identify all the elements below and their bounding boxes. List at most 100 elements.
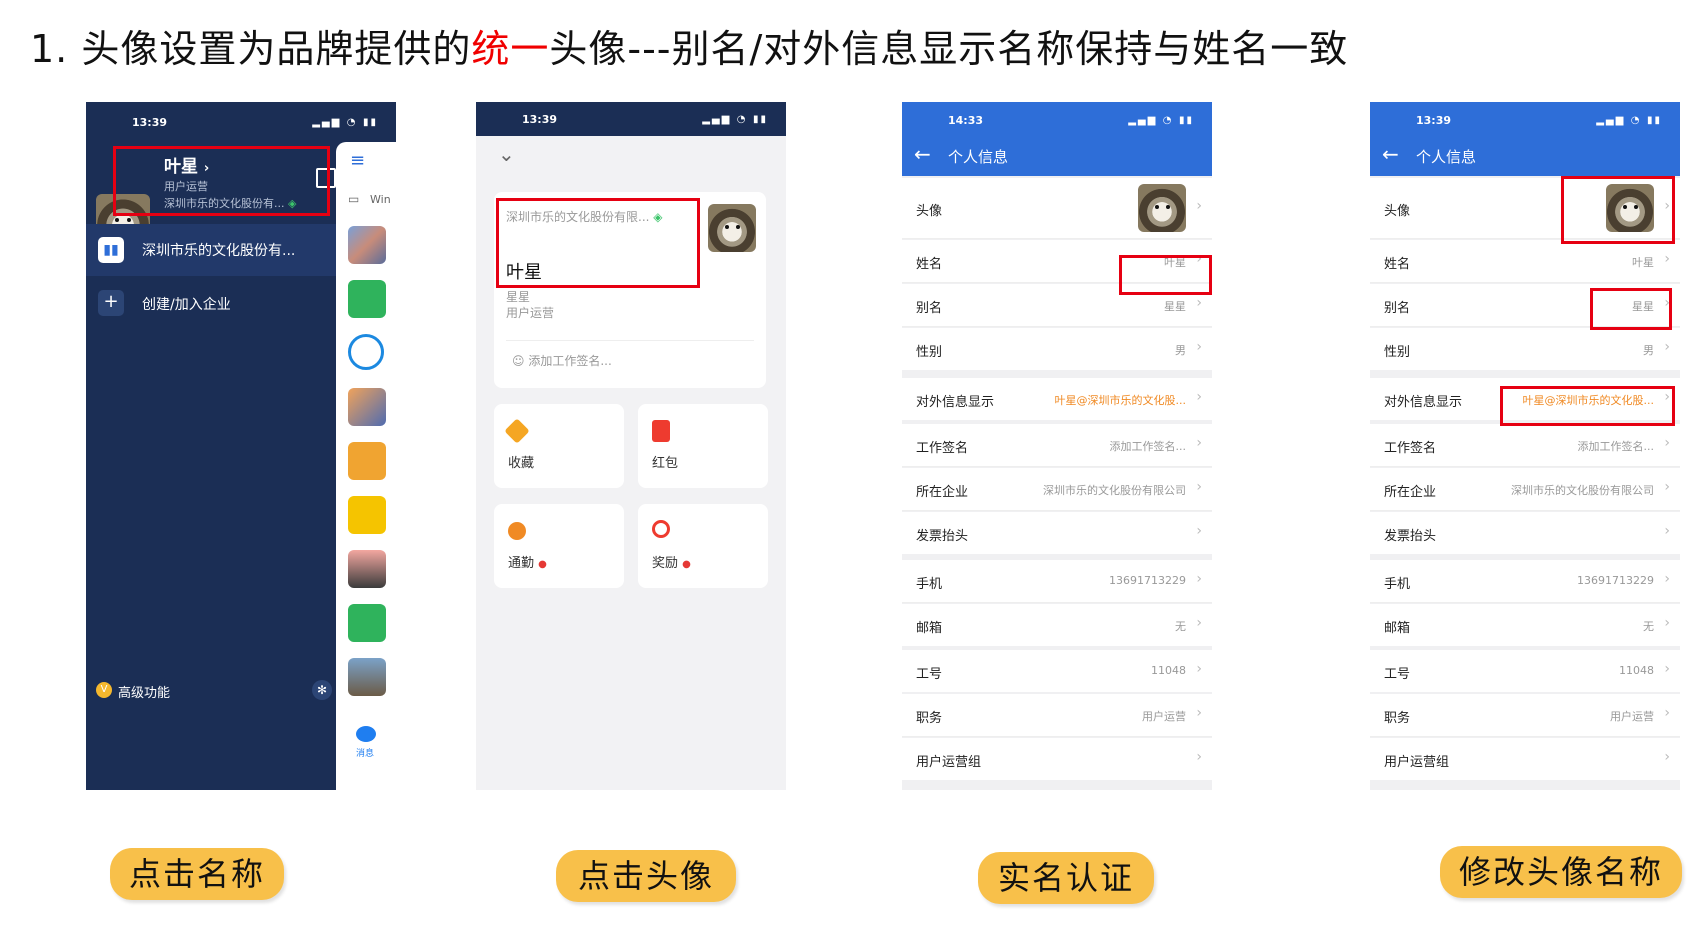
chevron-right-icon: › (1664, 523, 1670, 539)
chat-bubble-icon[interactable] (348, 334, 384, 370)
row-divider (1370, 602, 1680, 603)
tile-label: 通勤 ● (508, 552, 547, 571)
tile-favorites[interactable]: 收藏 (494, 404, 624, 488)
cartoon-app-icon[interactable] (348, 388, 386, 426)
sheet-app-icon[interactable] (348, 280, 386, 318)
menu-icon[interactable]: ≡ (350, 150, 365, 171)
info-row[interactable]: 性别 男 › (902, 328, 1212, 370)
info-row[interactable]: 工作签名 添加工作签名... › (902, 424, 1212, 466)
row-divider (902, 510, 1212, 511)
tile-label: 奖励 ● (652, 552, 691, 571)
info-row[interactable]: 所在企业 深圳市乐的文化股份有限公司 › (902, 468, 1212, 510)
notes-app-icon[interactable] (348, 496, 386, 534)
highlight-box-real-name (1119, 255, 1212, 295)
phone-screen-personal-info: 14:33 ▂▄▆ ◔ ▮▮ ← 个人信息 头像 › 姓名 叶星 › 别名 星星 › 性别男 › 对… (902, 102, 1212, 790)
info-row-label: 所在企业 (916, 485, 969, 500)
info-row-value: 星星 (1164, 300, 1186, 313)
signature-input[interactable]: ☺ 添加工作签名... (512, 352, 612, 369)
info-row-label: 头像 (916, 204, 943, 219)
desktop-icon[interactable]: ▭ (348, 192, 359, 206)
message-app-icon[interactable] (348, 604, 386, 642)
info-row[interactable]: 工号 11048 › (902, 650, 1212, 692)
status-bar: 13:39 ▂▄▆ ◔ ▮▮ (476, 102, 786, 136)
info-row-label: 头像 (1384, 204, 1411, 219)
app-header: 14:33 ▂▄▆ ◔ ▮▮ ← 个人信息 (902, 102, 1212, 176)
photo-app-icon[interactable] (348, 658, 386, 696)
info-row-label: 所在企业 (1384, 485, 1437, 500)
info-row-label: 姓名 (1384, 257, 1411, 272)
info-row[interactable]: 工作签名 添加工作签名... › (1370, 424, 1680, 466)
chevron-right-icon: › (1196, 339, 1202, 355)
info-row[interactable]: 手机 13691713229 › (902, 560, 1212, 602)
info-row[interactable]: 邮箱 无 › (902, 604, 1212, 646)
section-gap (1370, 370, 1680, 378)
status-bar: 14:33 ▂▄▆ ◔ ▮▮ (902, 102, 1212, 138)
info-row[interactable]: 邮箱 无 › (1370, 604, 1680, 646)
info-row-label: 手机 (916, 577, 943, 592)
info-row[interactable]: 发票抬头 › (1370, 512, 1680, 554)
row-divider (1370, 736, 1680, 737)
row-divider (1370, 466, 1680, 467)
row-divider (902, 736, 1212, 737)
info-row-value: 男 (1175, 344, 1186, 357)
row-divider (902, 326, 1212, 327)
chevron-down-icon[interactable]: ⌄ (498, 142, 515, 166)
highlight-box-avatar (1561, 176, 1675, 244)
tile-commute[interactable]: 通勤 ● (494, 504, 624, 588)
info-row[interactable]: 对外信息显示 叶星@深圳市乐的文化股... › (902, 378, 1212, 420)
info-row-label: 职务 (916, 711, 943, 726)
create-join-link[interactable]: 创建/加入企业 (142, 294, 231, 314)
info-row-label: 用户运营组 (916, 755, 982, 770)
org-name: 深圳市乐的文化股份有... (142, 243, 296, 259)
tile-rewards[interactable]: 奖励 ● (638, 504, 768, 588)
row-divider (1370, 510, 1680, 511)
info-row[interactable]: 用户运营组 › (1370, 738, 1680, 780)
info-row-value: 无 (1175, 620, 1186, 633)
highlight-box-alias (1590, 288, 1672, 330)
back-arrow-icon[interactable]: ← (914, 142, 931, 166)
info-row[interactable]: 姓名 叶星 › (1370, 240, 1680, 282)
info-row[interactable]: 工号 11048 › (1370, 650, 1680, 692)
chevron-right-icon: › (1664, 615, 1670, 631)
info-row[interactable]: 职务 用户运营 › (902, 694, 1212, 736)
bear-app-icon[interactable] (348, 550, 386, 588)
clock-icon (508, 522, 526, 540)
info-row[interactable]: 所在企业 深圳市乐的文化股份有限公司 › (1370, 468, 1680, 510)
highlight-box-card-name (496, 198, 700, 288)
info-row[interactable]: 性别 男 › (1370, 328, 1680, 370)
profile-avatar[interactable] (1138, 184, 1186, 232)
info-row-label: 邮箱 (1384, 621, 1411, 636)
info-row-label: 工作签名 (916, 441, 969, 456)
chevron-right-icon: › (1196, 479, 1202, 495)
info-row-value: 用户运营 (1142, 710, 1186, 723)
info-row-label: 职务 (1384, 711, 1411, 726)
info-row[interactable]: 头像 › (902, 178, 1212, 238)
gear-icon[interactable]: ✻ (312, 680, 332, 700)
messages-tab-label: 消息 (356, 749, 375, 759)
card-avatar[interactable] (708, 204, 756, 252)
messages-tab-icon[interactable] (356, 726, 376, 742)
tile-label: 收藏 (508, 456, 535, 471)
info-row-value: 11048 (1151, 664, 1186, 677)
status-icons: ▂▄▆ ◔ ▮▮ (1128, 114, 1194, 126)
section-gap (902, 370, 1212, 378)
status-bar: 13:39 ▂▄▆ ◔ ▮▮ (1370, 102, 1680, 138)
v-app-icon[interactable] (348, 442, 386, 480)
info-row-value: 用户运营 (1610, 710, 1654, 723)
chevron-right-icon: › (1196, 749, 1202, 765)
advanced-features-link[interactable]: 高级功能 (118, 682, 170, 701)
plus-icon[interactable]: + (98, 290, 124, 316)
info-row[interactable]: 发票抬头 › (902, 512, 1212, 554)
info-row-label: 性别 (1384, 345, 1411, 360)
step-pill-1: 点击名称 (110, 848, 284, 900)
info-row[interactable]: 手机 13691713229 › (1370, 560, 1680, 602)
app-thumbnail-icon[interactable] (348, 226, 386, 264)
red-dot-icon: ● (682, 559, 691, 570)
info-row[interactable]: 职务 用户运营 › (1370, 694, 1680, 736)
chevron-right-icon: › (1664, 435, 1670, 451)
tile-red-packet[interactable]: 红包 (638, 404, 768, 488)
info-row[interactable]: 用户运营组 › (902, 738, 1212, 780)
chevron-right-icon: › (1196, 295, 1202, 311)
back-arrow-icon[interactable]: ← (1382, 142, 1399, 166)
org-item[interactable]: ▮▮ 深圳市乐的文化股份有... (86, 224, 336, 276)
